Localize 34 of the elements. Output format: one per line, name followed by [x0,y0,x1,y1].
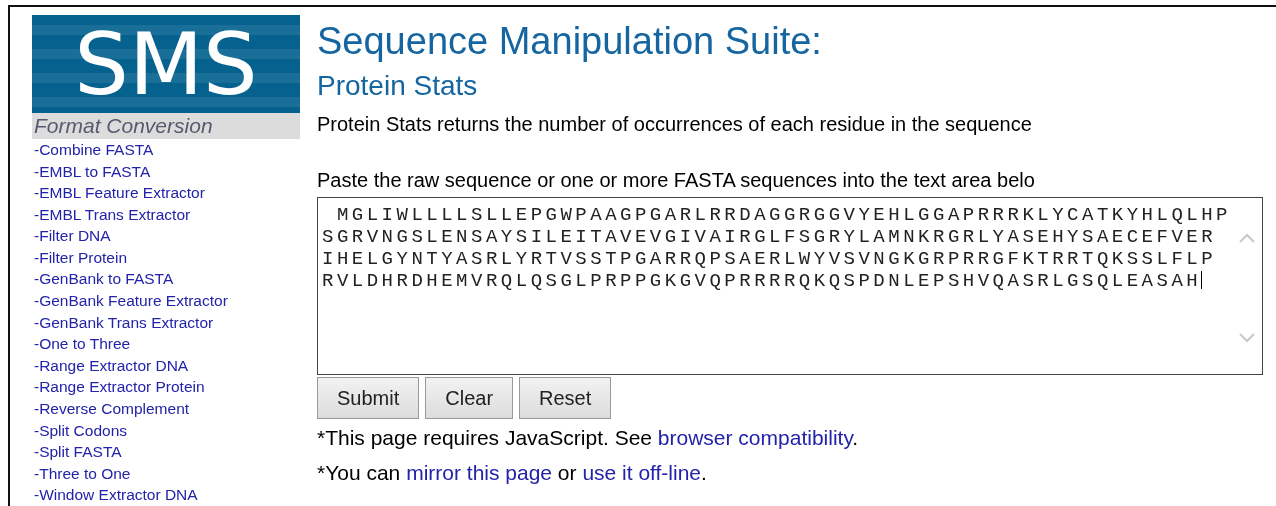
sidebar-link[interactable]: -Reverse Complement [32,398,300,420]
sidebar-link[interactable]: -Filter Protein [32,246,300,269]
form-button[interactable]: Clear [425,377,514,419]
page-subtitle: Protein Stats [317,69,479,103]
sidebar-link[interactable]: -Three to One [32,462,300,485]
scroll-down-icon[interactable] [1238,332,1256,344]
sidebar-link[interactable]: -EMBL to FASTA [32,160,300,183]
form-button[interactable]: Submit [317,377,420,419]
sidebar-link[interactable]: -EMBL Feature Extractor [32,182,300,204]
sidebar-link[interactable]: -Range Extractor DNA [32,354,300,377]
description: Protein Stats returns the number of occurrences of each residue in the sequence [317,112,1033,137]
sidebar-link[interactable]: -Filter DNA [32,225,300,247]
sidebar-link[interactable]: -One to Three [32,333,300,355]
sidebar-link[interactable]: -Split FASTA [32,441,300,463]
note-link[interactable]: use it off-line [582,461,702,484]
sequence-field[interactable]: MGLIWLLLLSLLEPGWPAAGPGARLRRDAGGRGGVYEHLGGAPRRRKLYCATKYHLQLHP SGRVNGSLENSAYSILEITAVEVGIVAIRGLFSGRYLAMNKRGRLYASEHYSAECEFVER IHELGYNTYASRLYRTVSSTPGARRQPSAERLWYVSVNGKGRPRRGFKTRRTQKSSLFLP RVLDHRDHEMVRQLQSGLPRPPGKGVQPRRRRQKQSPDNLEPSHVQASRLGSQLEASAH [317,197,1263,375]
note-link[interactable]: browser compatibility [657,426,853,449]
logo-text: SMS [74,20,258,107]
sidebar-heading: Format Conversion [32,112,300,139]
note-text: *You can mirror this page or use it off-line. [317,460,708,486]
sidebar-link[interactable]: -Window Extractor DNA [32,484,300,506]
page-title: Sequence Manipulation Suite: [317,19,823,63]
note-link[interactable]: mirror this page [406,461,553,484]
sidebar-link[interactable]: -GenBank Feature Extractor [32,290,300,312]
sidebar-link[interactable]: -GenBank Trans Extractor [32,311,300,334]
sidebar-link[interactable]: -Split Codons [32,419,300,442]
form-button[interactable]: Reset [519,377,612,419]
sidebar-link[interactable]: -GenBank to FASTA [32,268,300,291]
instruction: Paste the raw sequence or one or more FASTA sequences into the text area belo [317,168,1036,193]
note-text: *This page requires JavaScript. See browser compatibility. [317,425,860,451]
sidebar-link[interactable]: -Range Extractor Protein [32,376,300,399]
sidebar-link[interactable]: -EMBL Trans Extractor [32,203,300,226]
scroll-up-icon[interactable] [1238,232,1256,244]
sidebar-link[interactable]: -Combine FASTA [32,138,300,161]
